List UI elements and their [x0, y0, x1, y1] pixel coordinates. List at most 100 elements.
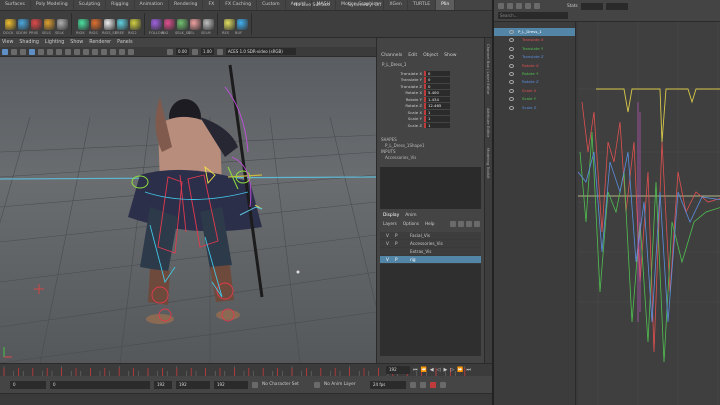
- attribute-value[interactable]: 1.434: [424, 96, 450, 102]
- loop-icon[interactable]: [410, 381, 416, 388]
- visibility-eye-icon[interactable]: [509, 71, 514, 76]
- shelf-button-dock[interactable]: DOCK: [3, 18, 16, 35]
- gamma-field[interactable]: 1.00: [200, 48, 214, 55]
- shelf-tab-fx[interactable]: FX: [203, 0, 221, 10]
- graph-outliner-item[interactable]: P_L_Dress_1: [494, 28, 575, 37]
- exposure-icon[interactable]: [167, 48, 173, 55]
- graph-outliner-item[interactable]: Translate Z: [494, 53, 575, 61]
- step-forward-icon[interactable]: ▷: [450, 367, 454, 373]
- shelf-button-sdom[interactable]: SDOM: [16, 18, 29, 35]
- exposure-field[interactable]: 0.00: [176, 48, 189, 55]
- fps-dropdown[interactable]: 24 fps: [370, 380, 406, 389]
- shelf-tab-turtle[interactable]: TURTLE: [408, 0, 437, 10]
- layer-p-toggle[interactable]: P: [395, 257, 399, 262]
- go-end-icon[interactable]: ⏭: [466, 367, 471, 373]
- shelf-button-res[interactable]: RES: [222, 18, 235, 35]
- shelf-tab-plin[interactable]: Plin: [436, 0, 456, 10]
- perspective-viewport[interactable]: [0, 57, 376, 363]
- attribute-value[interactable]: 0: [424, 70, 450, 76]
- isolate-icon[interactable]: [65, 48, 71, 55]
- dof-icon[interactable]: [110, 48, 116, 55]
- resolution-icon[interactable]: [128, 48, 134, 55]
- display-layer-row[interactable]: V Prig: [380, 255, 481, 264]
- viewport-menu-panels[interactable]: Panels: [117, 40, 132, 45]
- start-frame-field[interactable]: 0: [10, 380, 46, 389]
- menu-layers[interactable]: Layers: [383, 221, 397, 226]
- shelf-tab-animation[interactable]: Animation: [135, 0, 169, 10]
- graph-outliner-item[interactable]: Scale Z: [494, 104, 575, 112]
- viewport-menu-lighting[interactable]: Lighting: [45, 40, 64, 45]
- visibility-eye-icon[interactable]: [509, 97, 514, 102]
- colorspace-field[interactable]: ACES 1.0 SDR-video (sRGB): [225, 48, 296, 55]
- visibility-eye-icon[interactable]: [509, 55, 514, 60]
- anim-layer-icon[interactable]: [314, 381, 320, 388]
- lights-icon[interactable]: [47, 48, 53, 55]
- shelf-button-free[interactable]: FREE: [115, 18, 128, 35]
- channel-menu-object[interactable]: Object: [423, 53, 438, 58]
- shelf-tab-xgen[interactable]: XGen: [384, 0, 408, 10]
- step-back-icon[interactable]: ◀: [430, 367, 434, 373]
- attribute-value[interactable]: 1: [424, 109, 450, 115]
- display-layer-row[interactable]: V P Accessories_Vis: [380, 239, 481, 248]
- attribute-value[interactable]: 1: [424, 122, 450, 128]
- visibility-eye-icon[interactable]: [509, 105, 514, 110]
- add-to-layer-icon[interactable]: [458, 220, 464, 227]
- side-tab-attribute-editor[interactable]: Attribute Editor: [486, 108, 491, 137]
- shadows-icon[interactable]: [56, 48, 62, 55]
- layer-v-toggle[interactable]: V: [386, 241, 390, 246]
- shelf-button-rig2[interactable]: RIG2: [128, 18, 141, 35]
- tab-anim[interactable]: Anim: [405, 213, 416, 220]
- ge-lattice-icon[interactable]: [516, 3, 522, 9]
- step-back-key-icon[interactable]: ⏪: [421, 367, 427, 373]
- shelf-button-buf[interactable]: BUF: [235, 18, 248, 35]
- shelf-button-priis[interactable]: PRIIS: [29, 18, 42, 35]
- graph-outliner-item[interactable]: Translate Y: [494, 45, 575, 53]
- visibility-eye-icon[interactable]: [509, 80, 514, 85]
- ge-insert-icon[interactable]: [507, 3, 513, 9]
- live-surface-label[interactable]: No Live Surface: [294, 3, 330, 8]
- shelf-button-rigs[interactable]: RIGS: [89, 18, 102, 35]
- xray-icon[interactable]: [74, 48, 80, 55]
- play-icon[interactable]: ▶: [443, 367, 447, 373]
- gate-icon[interactable]: [119, 48, 125, 55]
- outer-end-field[interactable]: 192: [214, 380, 248, 389]
- aa-icon[interactable]: [101, 48, 107, 55]
- viewport-menu-show[interactable]: Show: [70, 40, 83, 45]
- end-frame-field[interactable]: 192: [176, 380, 210, 389]
- playback-end-field[interactable]: 192: [154, 380, 172, 389]
- ge-retime-icon[interactable]: [534, 3, 540, 9]
- shelf-button-selk[interactable]: SELK: [55, 18, 68, 35]
- key-icon[interactable]: [430, 381, 436, 388]
- ge-region-icon[interactable]: [525, 3, 531, 9]
- display-layer-row[interactable]: Extras_Vis: [380, 247, 481, 256]
- smooth-shade-icon[interactable]: [29, 48, 35, 55]
- shelf-button-sels[interactable]: SELS: [42, 18, 55, 35]
- step-forward-key-icon[interactable]: ⏩: [457, 367, 463, 373]
- shelf-button-selk-ss[interactable]: SELK_SS: [175, 18, 190, 35]
- display-layer-row[interactable]: V P Facial_Vis: [380, 231, 481, 240]
- shelf-tab-rigging[interactable]: Rigging: [106, 0, 135, 10]
- wireframe-icon[interactable]: [20, 48, 26, 55]
- graph-editor-curve-area[interactable]: [578, 22, 720, 405]
- shelf-tab-surfaces[interactable]: Surfaces: [0, 0, 31, 10]
- visibility-eye-icon[interactable]: [509, 46, 514, 51]
- ge-move-icon[interactable]: [498, 3, 504, 9]
- stats-field-1[interactable]: [580, 3, 603, 10]
- stats-field-2[interactable]: [605, 3, 628, 10]
- motion-blur-icon[interactable]: [92, 48, 98, 55]
- graph-outliner-item[interactable]: Scale X: [494, 87, 575, 95]
- visibility-eye-icon[interactable]: [509, 63, 514, 68]
- attribute-value[interactable]: 1: [424, 116, 450, 122]
- attribute-value[interactable]: 12.465: [424, 103, 450, 109]
- input-name[interactable]: Accessories_Vis: [377, 155, 484, 161]
- channel-menu-edit[interactable]: Edit: [408, 53, 417, 58]
- ge-search-field[interactable]: Search...: [498, 12, 568, 19]
- move-down-icon[interactable]: [474, 220, 480, 227]
- attribute-value[interactable]: 0: [424, 77, 450, 83]
- layer-v-toggle[interactable]: V: [386, 233, 390, 238]
- new-layer-icon[interactable]: [450, 220, 456, 227]
- tab-display[interactable]: Display: [383, 213, 399, 220]
- visibility-eye-icon[interactable]: [509, 38, 514, 43]
- visibility-eye-icon[interactable]: [509, 88, 514, 93]
- attribute-value[interactable]: 0: [424, 83, 450, 89]
